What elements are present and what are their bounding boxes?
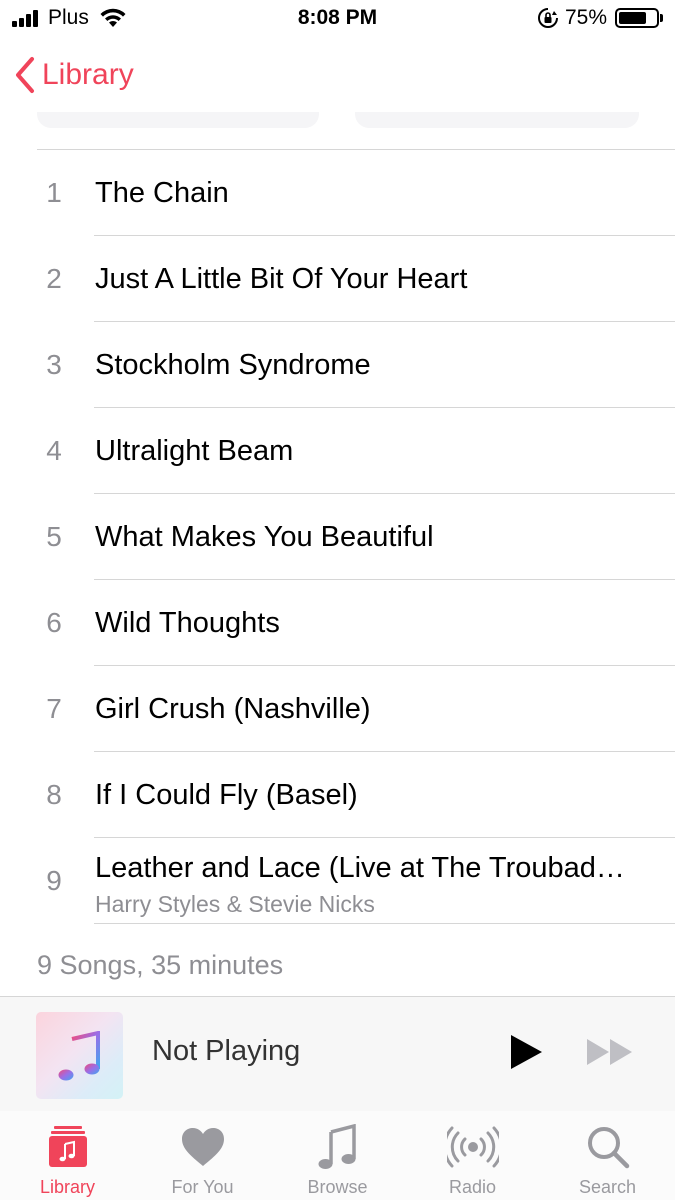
track-title: Stockholm Syndrome <box>95 348 371 381</box>
playlist-summary: 9 Songs, 35 minutes <box>37 950 284 980</box>
track-title: The Chain <box>95 176 229 209</box>
track-list: 1 The Chain 2 Just A Little Bit Of Your … <box>0 150 675 924</box>
track-row[interactable]: 2 Just A Little Bit Of Your Heart <box>0 236 675 322</box>
track-row[interactable]: 5 What Makes You Beautiful <box>0 494 675 580</box>
track-number: 2 <box>46 263 62 294</box>
track-artist: Harry Styles & Stevie Nicks <box>95 891 375 917</box>
track-number: 1 <box>46 177 62 208</box>
battery-tip <box>660 14 663 22</box>
track-number: 8 <box>46 779 62 810</box>
now-playing-label: Not Playing <box>152 1035 301 1067</box>
tab-label: Search <box>578 1177 637 1197</box>
mini-player[interactable]: Not Playing <box>0 996 675 1112</box>
track-title: Just A Little Bit Of Your Heart <box>95 262 468 295</box>
search-icon <box>587 1127 629 1169</box>
tab-label: Browse <box>307 1177 368 1197</box>
tab-label: Library <box>39 1177 96 1197</box>
track-title: If I Could Fly (Basel) <box>95 778 358 811</box>
shuffle-button-stub[interactable] <box>37 112 319 128</box>
track-row[interactable]: 6 Wild Thoughts <box>0 580 675 666</box>
track-row[interactable]: 8 If I Could Fly (Basel) <box>0 752 675 838</box>
track-title: Ultralight Beam <box>95 434 294 467</box>
radio-icon <box>446 1126 499 1168</box>
rotation-lock-icon <box>538 8 558 28</box>
chevron-left-icon <box>16 57 34 93</box>
tab-bar: Library For You Browse Radio Search <box>0 1111 675 1200</box>
track-number: 5 <box>46 521 62 552</box>
track-title: Girl Crush (Nashville) <box>95 692 371 725</box>
tab-label: For You <box>171 1177 234 1197</box>
tab-browse[interactable]: Browse <box>270 1111 405 1200</box>
tab-for-you[interactable]: For You <box>135 1111 270 1200</box>
back-button[interactable]: Library <box>14 56 134 94</box>
track-row[interactable]: 4 Ultralight Beam <box>0 408 675 494</box>
fast-forward-icon[interactable] <box>585 1037 635 1067</box>
track-number: 7 <box>46 693 62 724</box>
tab-radio[interactable]: Radio <box>405 1111 540 1200</box>
track-title: What Makes You Beautiful <box>95 520 434 553</box>
album-artwork <box>36 1012 123 1099</box>
battery-fill <box>619 12 646 24</box>
library-icon <box>48 1126 87 1167</box>
track-number: 3 <box>46 349 62 380</box>
status-bar: Plus 8:08 PM 75% <box>0 0 675 40</box>
track-row[interactable]: 7 Girl Crush (Nashville) <box>0 666 675 752</box>
track-number: 4 <box>46 435 62 466</box>
track-number: 9 <box>46 865 62 896</box>
navigation-bar: Library <box>0 44 675 114</box>
track-number: 6 <box>46 607 62 638</box>
battery-percentage: 75% <box>564 6 607 29</box>
track-row[interactable]: 3 Stockholm Syndrome <box>0 322 675 408</box>
status-bar-right: 75% <box>537 6 663 30</box>
track-title: Wild Thoughts <box>95 606 280 639</box>
play-icon[interactable] <box>508 1033 544 1071</box>
tab-library[interactable]: Library <box>0 1111 135 1200</box>
music-note-icon <box>318 1124 356 1169</box>
tab-search[interactable]: Search <box>540 1111 675 1200</box>
heart-icon <box>181 1128 224 1166</box>
back-button-label: Library <box>42 58 134 91</box>
music-note-icon <box>58 1030 100 1080</box>
play-button-stub[interactable] <box>355 112 639 128</box>
track-row[interactable]: 9 Leather and Lace (Live at The Troubad…… <box>0 838 675 924</box>
battery-icon <box>615 8 659 28</box>
tab-label: Radio <box>448 1177 497 1197</box>
track-row[interactable]: 1 The Chain <box>0 150 675 236</box>
track-title: Leather and Lace (Live at The Troubad… <box>95 852 625 884</box>
row-divider <box>94 923 675 924</box>
